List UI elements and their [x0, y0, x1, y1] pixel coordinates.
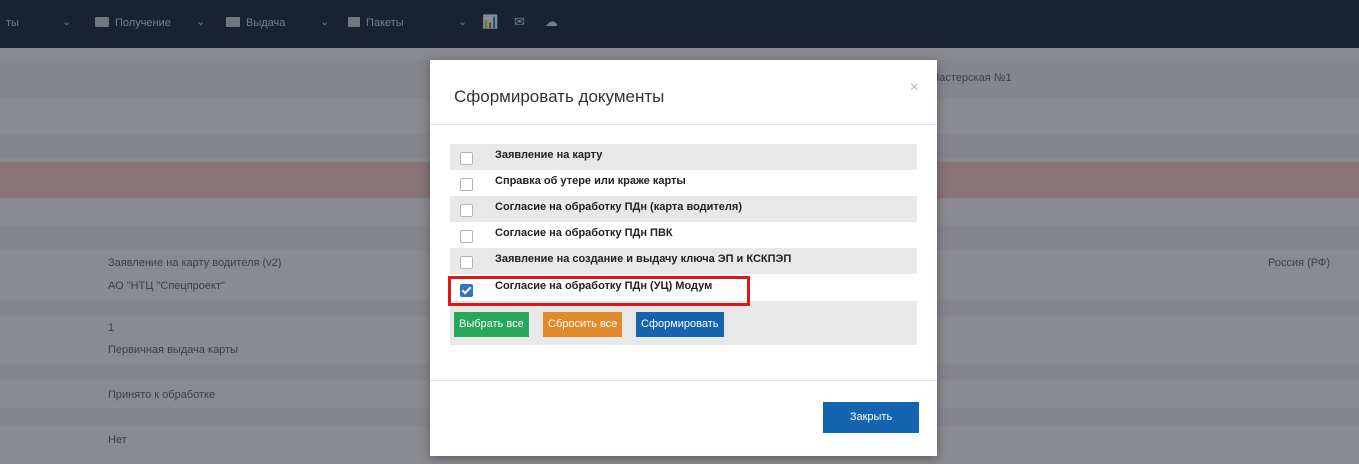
option-checkbox[interactable]: [460, 256, 473, 269]
option-checkbox[interactable]: [460, 152, 473, 165]
option-label: Справка об утере или краже карты: [495, 175, 686, 187]
action-bar: Выбрать все Сбросить все Сформировать: [450, 301, 917, 345]
list-item[interactable]: Справка об утере или краже карты: [450, 170, 917, 196]
select-all-button[interactable]: Выбрать все: [454, 312, 529, 337]
list-item[interactable]: Заявление на создание и выдачу ключа ЭП …: [450, 248, 917, 274]
reset-all-button[interactable]: Сбросить все: [543, 312, 623, 337]
list-item[interactable]: Согласие на обработку ПДн ПВК: [450, 222, 917, 248]
close-icon[interactable]: ×: [910, 79, 919, 97]
option-checkbox[interactable]: [460, 230, 473, 243]
generate-documents-modal: Сформировать документы × Заявление на ка…: [430, 60, 937, 456]
option-checkbox[interactable]: [460, 204, 473, 217]
option-label: Согласие на обработку ПДн (карта водител…: [495, 201, 742, 213]
modal-header: Сформировать документы ×: [430, 60, 937, 125]
modal-title: Сформировать документы: [454, 87, 665, 106]
option-label: Заявление на карту: [495, 149, 603, 161]
modal-divider: [430, 380, 937, 381]
list-item[interactable]: Согласие на обработку ПДн (карта водител…: [450, 196, 917, 222]
generate-button[interactable]: Сформировать: [636, 312, 724, 337]
list-item[interactable]: Заявление на карту: [450, 144, 917, 170]
close-button[interactable]: Закрыть: [823, 402, 919, 433]
option-label: Согласие на обработку ПДн ПВК: [495, 227, 673, 239]
annotation-highlight-box: [448, 276, 750, 306]
option-label: Заявление на создание и выдачу ключа ЭП …: [495, 253, 792, 265]
option-checkbox[interactable]: [460, 178, 473, 191]
